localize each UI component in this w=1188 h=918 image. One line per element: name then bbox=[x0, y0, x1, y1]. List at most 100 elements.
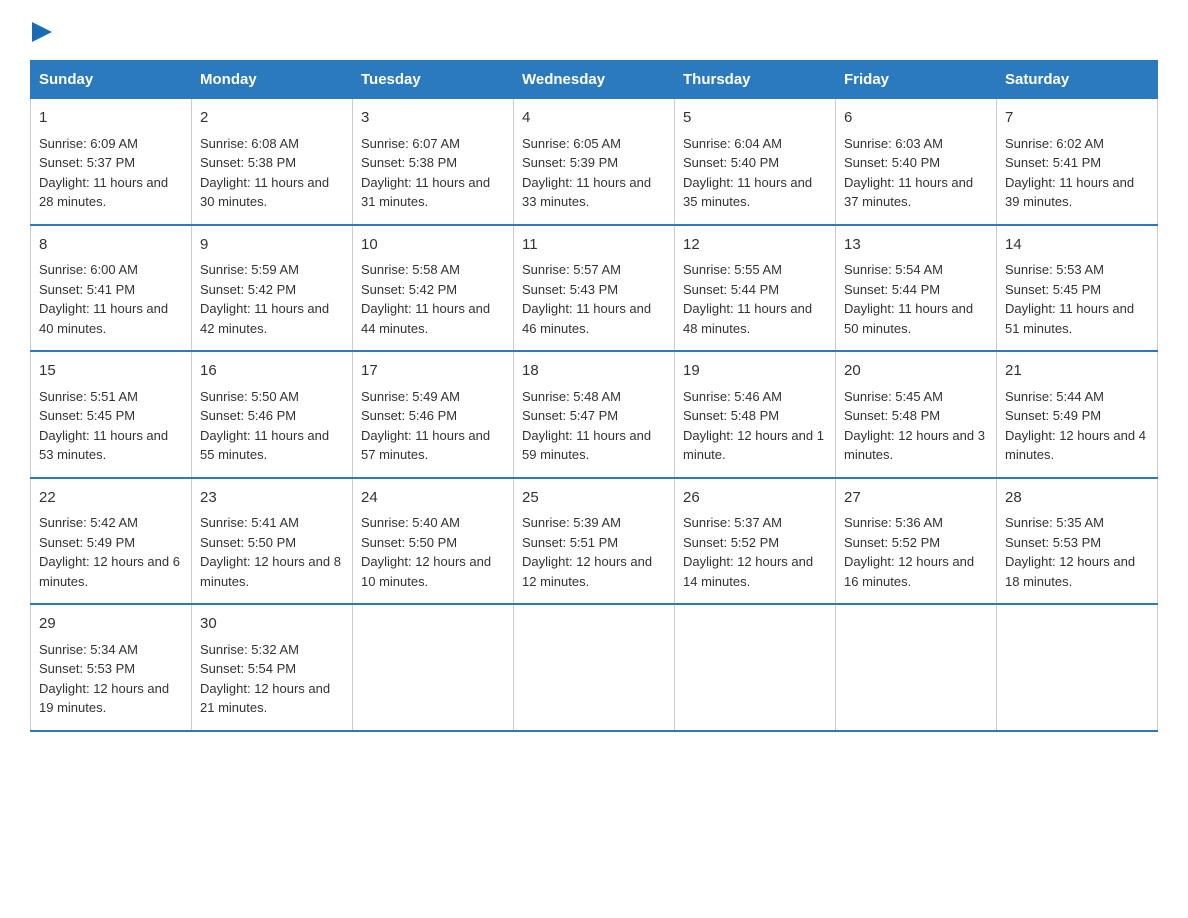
calendar-cell: 7 Sunrise: 6:02 AM Sunset: 5:41 PM Dayli… bbox=[997, 99, 1158, 225]
calendar-cell: 16 Sunrise: 5:50 AM Sunset: 5:46 PM Dayl… bbox=[192, 351, 353, 478]
day-number: 28 bbox=[1005, 487, 1149, 510]
sunset-info: Sunset: 5:48 PM bbox=[683, 408, 779, 423]
daylight-info: Daylight: 12 hours and 1 minute. bbox=[683, 428, 824, 463]
day-number: 25 bbox=[522, 487, 666, 510]
calendar-cell: 4 Sunrise: 6:05 AM Sunset: 5:39 PM Dayli… bbox=[514, 99, 675, 225]
day-number: 21 bbox=[1005, 360, 1149, 383]
sunrise-info: Sunrise: 5:34 AM bbox=[39, 642, 138, 657]
calendar-table: SundayMondayTuesdayWednesdayThursdayFrid… bbox=[30, 60, 1158, 732]
day-number: 29 bbox=[39, 613, 183, 636]
calendar-cell: 19 Sunrise: 5:46 AM Sunset: 5:48 PM Dayl… bbox=[675, 351, 836, 478]
sunrise-info: Sunrise: 5:35 AM bbox=[1005, 515, 1104, 530]
header-tuesday: Tuesday bbox=[353, 61, 514, 99]
daylight-info: Daylight: 12 hours and 8 minutes. bbox=[200, 554, 341, 589]
daylight-info: Daylight: 11 hours and 28 minutes. bbox=[39, 175, 168, 210]
sunrise-info: Sunrise: 6:09 AM bbox=[39, 136, 138, 151]
sunrise-info: Sunrise: 5:42 AM bbox=[39, 515, 138, 530]
calendar-cell bbox=[997, 604, 1158, 731]
sunset-info: Sunset: 5:51 PM bbox=[522, 535, 618, 550]
day-number: 4 bbox=[522, 107, 666, 130]
sunrise-info: Sunrise: 6:07 AM bbox=[361, 136, 460, 151]
header-thursday: Thursday bbox=[675, 61, 836, 99]
daylight-info: Daylight: 11 hours and 42 minutes. bbox=[200, 301, 329, 336]
sunrise-info: Sunrise: 6:08 AM bbox=[200, 136, 299, 151]
calendar-cell: 1 Sunrise: 6:09 AM Sunset: 5:37 PM Dayli… bbox=[31, 99, 192, 225]
daylight-info: Daylight: 12 hours and 19 minutes. bbox=[39, 681, 169, 716]
sunset-info: Sunset: 5:43 PM bbox=[522, 282, 618, 297]
day-number: 27 bbox=[844, 487, 988, 510]
sunset-info: Sunset: 5:38 PM bbox=[200, 155, 296, 170]
sunrise-info: Sunrise: 5:45 AM bbox=[844, 389, 943, 404]
sunset-info: Sunset: 5:42 PM bbox=[200, 282, 296, 297]
sunrise-info: Sunrise: 5:51 AM bbox=[39, 389, 138, 404]
logo bbox=[30, 20, 52, 42]
daylight-info: Daylight: 11 hours and 40 minutes. bbox=[39, 301, 168, 336]
day-number: 14 bbox=[1005, 234, 1149, 257]
calendar-cell: 23 Sunrise: 5:41 AM Sunset: 5:50 PM Dayl… bbox=[192, 478, 353, 605]
calendar-cell: 17 Sunrise: 5:49 AM Sunset: 5:46 PM Dayl… bbox=[353, 351, 514, 478]
sunrise-info: Sunrise: 5:32 AM bbox=[200, 642, 299, 657]
day-number: 26 bbox=[683, 487, 827, 510]
day-number: 20 bbox=[844, 360, 988, 383]
daylight-info: Daylight: 11 hours and 51 minutes. bbox=[1005, 301, 1134, 336]
day-number: 7 bbox=[1005, 107, 1149, 130]
sunrise-info: Sunrise: 5:40 AM bbox=[361, 515, 460, 530]
daylight-info: Daylight: 12 hours and 3 minutes. bbox=[844, 428, 985, 463]
daylight-info: Daylight: 12 hours and 4 minutes. bbox=[1005, 428, 1146, 463]
sunset-info: Sunset: 5:44 PM bbox=[683, 282, 779, 297]
daylight-info: Daylight: 12 hours and 14 minutes. bbox=[683, 554, 813, 589]
daylight-info: Daylight: 11 hours and 35 minutes. bbox=[683, 175, 812, 210]
calendar-cell: 20 Sunrise: 5:45 AM Sunset: 5:48 PM Dayl… bbox=[836, 351, 997, 478]
day-number: 2 bbox=[200, 107, 344, 130]
calendar-cell bbox=[836, 604, 997, 731]
calendar-cell: 2 Sunrise: 6:08 AM Sunset: 5:38 PM Dayli… bbox=[192, 99, 353, 225]
header-sunday: Sunday bbox=[31, 61, 192, 99]
day-number: 22 bbox=[39, 487, 183, 510]
calendar-cell: 12 Sunrise: 5:55 AM Sunset: 5:44 PM Dayl… bbox=[675, 225, 836, 352]
daylight-info: Daylight: 11 hours and 57 minutes. bbox=[361, 428, 490, 463]
sunset-info: Sunset: 5:38 PM bbox=[361, 155, 457, 170]
sunset-info: Sunset: 5:39 PM bbox=[522, 155, 618, 170]
sunrise-info: Sunrise: 5:58 AM bbox=[361, 262, 460, 277]
day-number: 30 bbox=[200, 613, 344, 636]
sunset-info: Sunset: 5:44 PM bbox=[844, 282, 940, 297]
calendar-cell: 22 Sunrise: 5:42 AM Sunset: 5:49 PM Dayl… bbox=[31, 478, 192, 605]
calendar-cell: 8 Sunrise: 6:00 AM Sunset: 5:41 PM Dayli… bbox=[31, 225, 192, 352]
daylight-info: Daylight: 11 hours and 31 minutes. bbox=[361, 175, 490, 210]
day-number: 18 bbox=[522, 360, 666, 383]
sunset-info: Sunset: 5:48 PM bbox=[844, 408, 940, 423]
calendar-cell: 21 Sunrise: 5:44 AM Sunset: 5:49 PM Dayl… bbox=[997, 351, 1158, 478]
calendar-cell: 24 Sunrise: 5:40 AM Sunset: 5:50 PM Dayl… bbox=[353, 478, 514, 605]
sunset-info: Sunset: 5:37 PM bbox=[39, 155, 135, 170]
logo-arrow-icon bbox=[32, 22, 52, 42]
sunset-info: Sunset: 5:54 PM bbox=[200, 661, 296, 676]
calendar-cell: 25 Sunrise: 5:39 AM Sunset: 5:51 PM Dayl… bbox=[514, 478, 675, 605]
calendar-cell: 5 Sunrise: 6:04 AM Sunset: 5:40 PM Dayli… bbox=[675, 99, 836, 225]
daylight-info: Daylight: 11 hours and 55 minutes. bbox=[200, 428, 329, 463]
calendar-cell: 15 Sunrise: 5:51 AM Sunset: 5:45 PM Dayl… bbox=[31, 351, 192, 478]
sunrise-info: Sunrise: 6:02 AM bbox=[1005, 136, 1104, 151]
week-row-3: 15 Sunrise: 5:51 AM Sunset: 5:45 PM Dayl… bbox=[31, 351, 1158, 478]
day-number: 15 bbox=[39, 360, 183, 383]
sunset-info: Sunset: 5:52 PM bbox=[844, 535, 940, 550]
sunrise-info: Sunrise: 5:48 AM bbox=[522, 389, 621, 404]
sunrise-info: Sunrise: 5:37 AM bbox=[683, 515, 782, 530]
daylight-info: Daylight: 11 hours and 46 minutes. bbox=[522, 301, 651, 336]
sunrise-info: Sunrise: 5:44 AM bbox=[1005, 389, 1104, 404]
sunrise-info: Sunrise: 6:04 AM bbox=[683, 136, 782, 151]
sunset-info: Sunset: 5:53 PM bbox=[1005, 535, 1101, 550]
sunset-info: Sunset: 5:45 PM bbox=[1005, 282, 1101, 297]
day-number: 6 bbox=[844, 107, 988, 130]
header-monday: Monday bbox=[192, 61, 353, 99]
daylight-info: Daylight: 12 hours and 12 minutes. bbox=[522, 554, 652, 589]
sunset-info: Sunset: 5:50 PM bbox=[361, 535, 457, 550]
week-row-4: 22 Sunrise: 5:42 AM Sunset: 5:49 PM Dayl… bbox=[31, 478, 1158, 605]
calendar-cell bbox=[353, 604, 514, 731]
calendar-cell: 10 Sunrise: 5:58 AM Sunset: 5:42 PM Dayl… bbox=[353, 225, 514, 352]
daylight-info: Daylight: 11 hours and 39 minutes. bbox=[1005, 175, 1134, 210]
sunset-info: Sunset: 5:46 PM bbox=[200, 408, 296, 423]
calendar-cell: 27 Sunrise: 5:36 AM Sunset: 5:52 PM Dayl… bbox=[836, 478, 997, 605]
daylight-info: Daylight: 12 hours and 18 minutes. bbox=[1005, 554, 1135, 589]
sunrise-info: Sunrise: 5:36 AM bbox=[844, 515, 943, 530]
day-number: 5 bbox=[683, 107, 827, 130]
